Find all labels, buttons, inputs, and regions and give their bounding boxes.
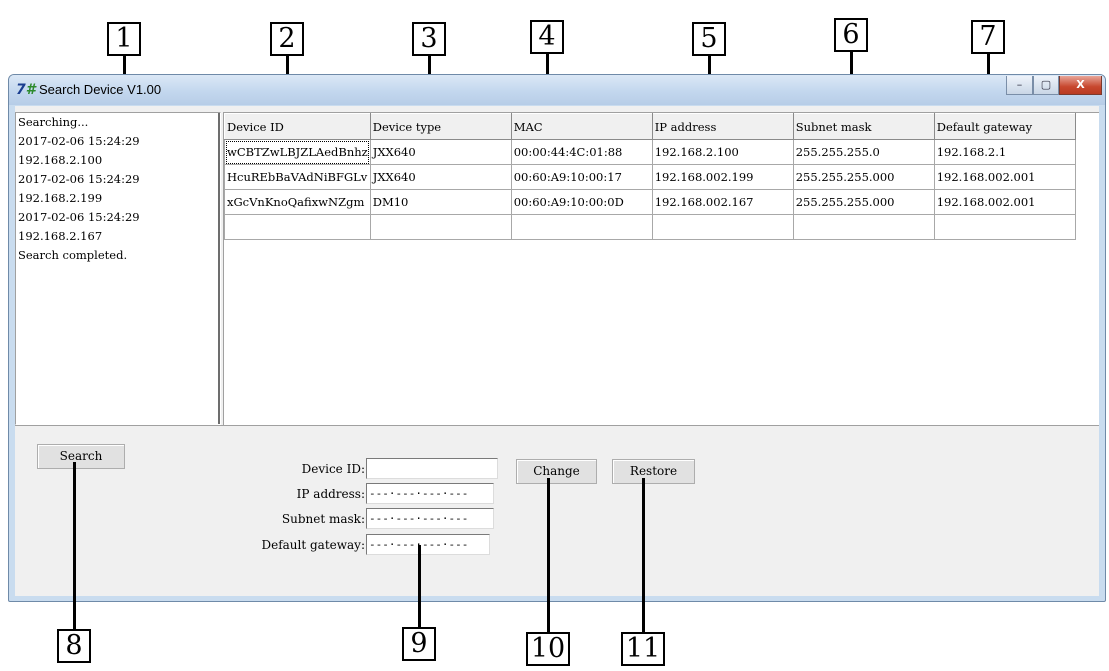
device-id-field[interactable] — [366, 458, 498, 479]
default-gateway-field[interactable]: ---·---·---·--- — [366, 534, 490, 555]
table-cell[interactable]: 255.255.255.0 — [792, 139, 935, 165]
table-cell[interactable]: JXX640 — [369, 139, 512, 165]
subnet-mask-field[interactable]: ---·---·---·--- — [366, 508, 494, 529]
panel-divider — [15, 425, 1099, 426]
window-title: Search Device V1.00 — [39, 82, 162, 97]
log-line: 2017-02-06 15:24:29 — [18, 134, 140, 148]
column-header-device-type[interactable]: Device type — [369, 113, 512, 140]
log-line: 2017-02-06 15:24:29 — [18, 172, 140, 186]
log-line: 192.168.2.100 — [18, 153, 103, 167]
table-cell[interactable]: DM10 — [369, 189, 512, 215]
callout-11-leader — [642, 478, 645, 633]
table-cell[interactable]: 192.168.002.199 — [651, 164, 794, 190]
callout-7: 7 — [971, 20, 1005, 54]
table-row[interactable]: HcuREbBaVAdNiBFGLv JXX640 00:60:A9:10:00… — [224, 164, 1076, 190]
table-cell[interactable] — [224, 214, 371, 240]
default-gateway-label: Default gateway: — [261, 538, 365, 552]
table-cell[interactable]: 255.255.255.000 — [792, 189, 935, 215]
log-line: 2017-02-06 15:24:29 — [18, 210, 140, 224]
log-line: Search completed. — [18, 248, 128, 262]
table-cell[interactable]: 00:00:44:4C:01:88 — [510, 139, 653, 165]
column-header-default-gateway[interactable]: Default gateway — [933, 113, 1076, 140]
log-line: 192.168.2.199 — [18, 191, 103, 205]
callout-9: 9 — [402, 627, 436, 661]
table-cell[interactable]: JXX640 — [369, 164, 512, 190]
table-cell[interactable] — [933, 214, 1076, 240]
table-cell[interactable] — [369, 214, 512, 240]
table-cell[interactable] — [510, 214, 653, 240]
client-area: Searching... 2017-02-06 15:24:29 192.168… — [15, 106, 1099, 596]
ip-address-field[interactable]: ---·---·---·--- — [366, 483, 494, 504]
log-line: Searching... — [18, 115, 89, 129]
callout-5: 5 — [692, 22, 726, 56]
log-line: 192.168.2.167 — [18, 229, 103, 243]
restore-button[interactable]: Restore — [612, 459, 695, 484]
callout-9-leader — [418, 545, 421, 628]
app-icon: 7# — [16, 82, 36, 98]
minimize-button[interactable]: – — [1006, 76, 1033, 95]
table-cell[interactable]: xGcVnKnoQafixwNZgm — [224, 189, 371, 215]
table-row[interactable]: xGcVnKnoQafixwNZgm DM10 00:60:A9:10:00:0… — [224, 189, 1076, 215]
callout-2: 2 — [270, 22, 304, 56]
table-cell[interactable]: 192.168.2.1 — [933, 139, 1076, 165]
table-cell[interactable]: 00:60:A9:10:00:17 — [510, 164, 653, 190]
ip-address-label: IP address: — [296, 487, 365, 501]
subnet-mask-label: Subnet mask: — [281, 512, 365, 526]
change-button[interactable]: Change — [516, 459, 597, 484]
device-id-label: Device ID: — [301, 462, 365, 476]
table-row-empty[interactable] — [224, 214, 1076, 240]
close-button[interactable]: X — [1059, 76, 1102, 95]
callout-4: 4 — [530, 20, 564, 54]
table-cell[interactable]: 00:60:A9:10:00:0D — [510, 189, 653, 215]
table-cell[interactable]: 255.255.255.000 — [792, 164, 935, 190]
table-cell[interactable]: HcuREbBaVAdNiBFGLv — [224, 164, 371, 190]
column-header-device-id[interactable]: Device ID — [224, 113, 371, 140]
title-bar[interactable]: 7# Search Device V1.00 – ▢ X — [9, 75, 1105, 105]
callout-8: 8 — [57, 629, 91, 663]
callout-6: 6 — [834, 18, 868, 52]
table-cell[interactable]: wCBTZwLBJZLAedBnhz — [224, 139, 371, 165]
search-log-text: Searching... 2017-02-06 15:24:29 192.168… — [18, 113, 220, 424]
column-header-subnet-mask[interactable]: Subnet mask — [792, 113, 935, 140]
table-cell[interactable]: 192.168.002.001 — [933, 164, 1076, 190]
table-cell[interactable]: 192.168.2.100 — [651, 139, 794, 165]
column-header-mac[interactable]: MAC — [510, 113, 653, 140]
table-cell[interactable]: 192.168.002.167 — [651, 189, 794, 215]
maximize-button[interactable]: ▢ — [1033, 76, 1059, 95]
callout-10: 10 — [526, 632, 570, 666]
search-button[interactable]: Search — [37, 444, 125, 469]
search-device-window: 7# Search Device V1.00 – ▢ X Searching..… — [8, 74, 1106, 602]
table-cell[interactable] — [651, 214, 794, 240]
callout-3: 3 — [412, 22, 446, 56]
table-row[interactable]: wCBTZwLBJZLAedBnhz JXX640 00:00:44:4C:01… — [224, 139, 1076, 165]
search-log[interactable]: Searching... 2017-02-06 15:24:29 192.168… — [15, 112, 221, 425]
table-header-row: Device ID Device type MAC IP address Sub… — [224, 113, 1076, 140]
table-cell[interactable]: 192.168.002.001 — [933, 189, 1076, 215]
callout-11: 11 — [621, 632, 665, 666]
callout-8-leader — [73, 462, 76, 630]
table-cell[interactable] — [792, 214, 935, 240]
callout-10-leader — [547, 478, 550, 633]
callout-1: 1 — [107, 22, 141, 56]
device-table[interactable]: Device ID Device type MAC IP address Sub… — [223, 112, 1099, 425]
column-header-ip-address[interactable]: IP address — [651, 113, 794, 140]
